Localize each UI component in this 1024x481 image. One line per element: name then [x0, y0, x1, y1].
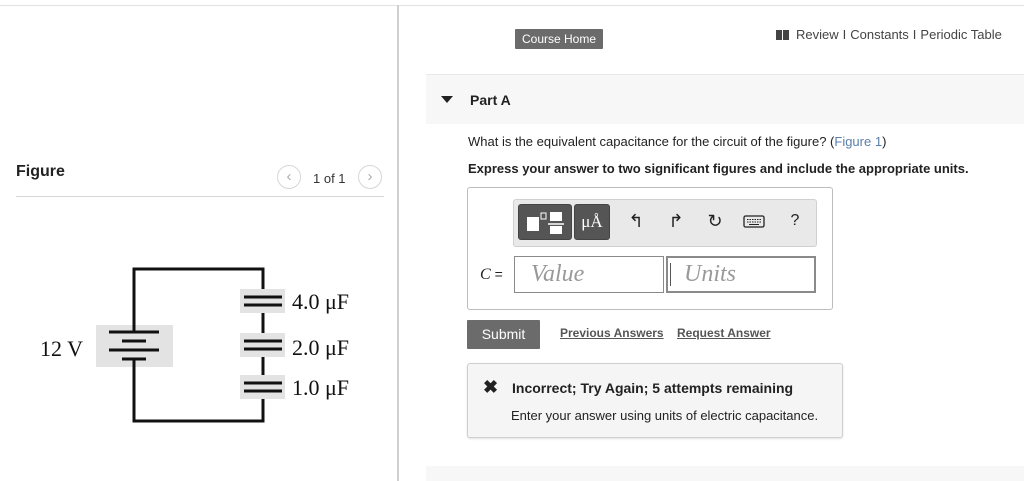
keyboard-button[interactable]	[743, 204, 765, 238]
answer-variable-label: C =	[480, 266, 503, 284]
text-caret	[670, 263, 671, 286]
value-input[interactable]	[515, 257, 663, 292]
capacitor-2-symbol	[240, 333, 285, 357]
equals-sign: =	[494, 266, 503, 282]
reset-icon: ↻	[707, 211, 723, 231]
request-answer-link[interactable]: Request Answer	[677, 326, 771, 340]
top-links: Review I Constants I Periodic Table	[776, 27, 1002, 42]
reset-button[interactable]: ↻	[704, 204, 726, 238]
periodic-table-link[interactable]: Periodic Table	[920, 27, 1001, 42]
capacitor-3-symbol	[240, 375, 285, 399]
redo-button[interactable]: ↱	[665, 204, 687, 238]
circuit-diagram: 12 V 4.0 μF 2.0 μF 1.0 μF	[40, 267, 349, 423]
question-body: What is the equivalent capacitance for t…	[468, 134, 835, 149]
units-icon: μÅ	[581, 212, 603, 231]
part-a-title: Part A	[470, 92, 511, 108]
value-field[interactable]	[514, 256, 664, 293]
answer-instruction: Express your answer to two significant f…	[468, 161, 969, 176]
incorrect-x-icon: ✖	[483, 377, 499, 397]
chevron-left-icon: ‹	[286, 168, 292, 185]
units-field[interactable]	[666, 256, 816, 293]
previous-answers-link[interactable]: Previous Answers	[560, 326, 664, 340]
figure-header-rule	[16, 196, 384, 197]
undo-button[interactable]: ↰	[625, 204, 647, 238]
undo-icon: ↰	[628, 211, 644, 231]
battery-label: 12 V	[40, 336, 83, 361]
link-separator: I	[842, 27, 847, 42]
next-section-band	[426, 466, 1024, 481]
book-icon	[776, 29, 790, 40]
capacitor-1-symbol	[240, 289, 285, 313]
figure-1-link[interactable]: Figure 1	[834, 134, 882, 149]
variable-symbol: C	[480, 266, 491, 283]
figure-pager: 1 of 1	[313, 171, 346, 186]
feedback-title: Incorrect; Try Again; 5 attempts remaini…	[512, 380, 794, 396]
capacitor-2-label: 2.0 μF	[292, 335, 349, 360]
battery-symbol	[96, 323, 173, 367]
chevron-right-icon: ›	[367, 168, 373, 185]
figure-title: Figure	[16, 163, 65, 180]
course-home-button[interactable]: Course Home	[515, 29, 603, 49]
link-separator: I	[912, 27, 917, 42]
question-text: What is the equivalent capacitance for t…	[468, 134, 886, 149]
capacitor-3-label: 1.0 μF	[292, 375, 349, 400]
keyboard-icon	[743, 215, 765, 228]
help-button[interactable]: ?	[784, 204, 806, 238]
templates-icon	[527, 212, 564, 234]
constants-link[interactable]: Constants	[850, 27, 909, 42]
units-input[interactable]	[668, 258, 814, 291]
help-icon: ?	[790, 212, 800, 229]
capacitor-1-label: 4.0 μF	[292, 289, 349, 314]
review-link[interactable]: Review	[796, 27, 839, 42]
top-border	[0, 5, 1024, 6]
next-figure-button[interactable]: ›	[358, 165, 382, 189]
feedback-message: Enter your answer using units of electri…	[511, 408, 819, 423]
redo-icon: ↱	[668, 211, 684, 231]
previous-figure-button[interactable]: ‹	[277, 165, 301, 189]
templates-button[interactable]	[518, 204, 572, 240]
question-close: )	[882, 134, 887, 149]
collapse-triangle-icon[interactable]	[441, 96, 453, 103]
panel-divider[interactable]	[397, 5, 399, 481]
part-a-header[interactable]	[426, 74, 1024, 124]
submit-button[interactable]: Submit	[467, 320, 540, 349]
feedback-box	[467, 363, 843, 438]
units-button[interactable]: μÅ	[574, 204, 610, 240]
